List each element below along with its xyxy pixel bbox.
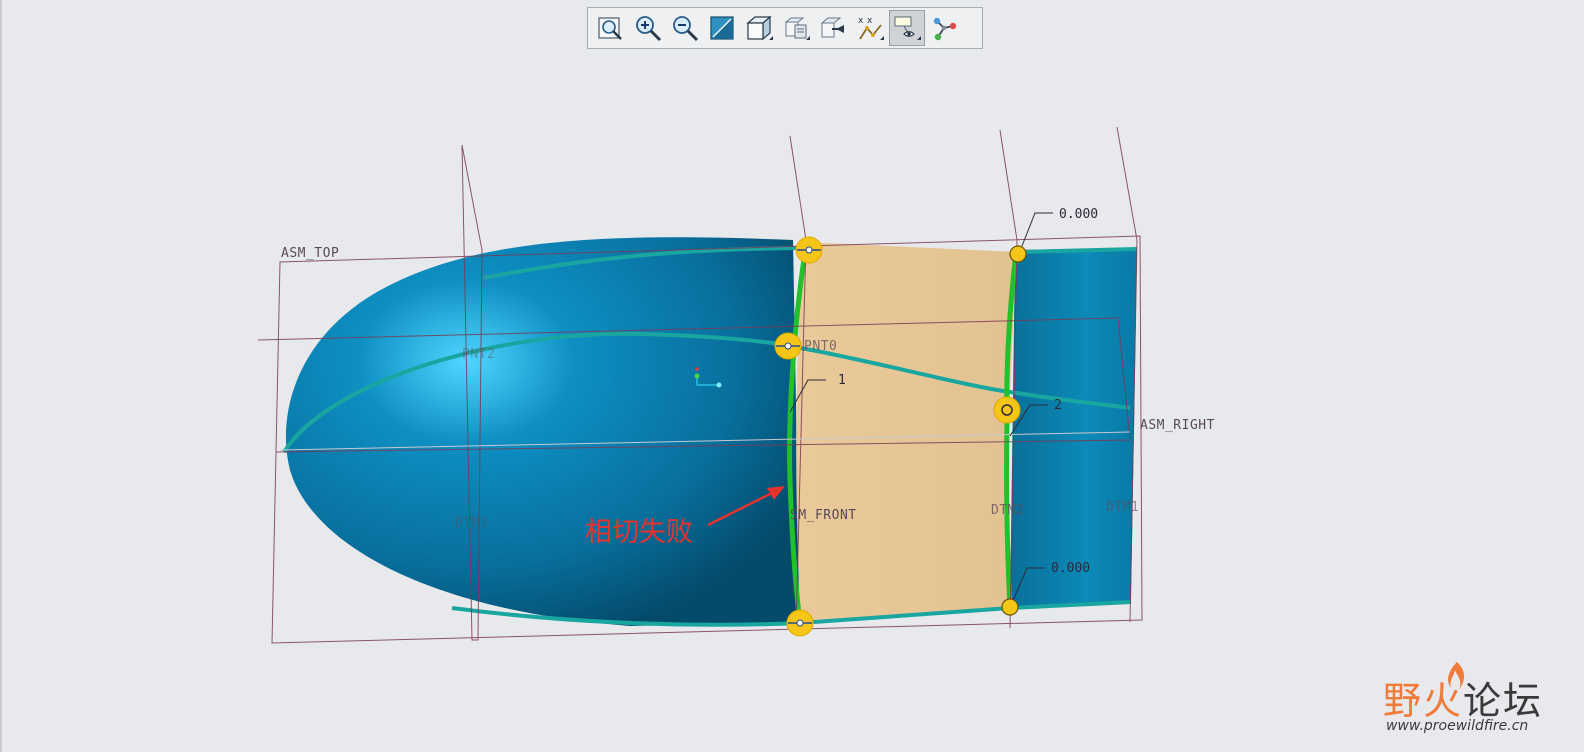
refit-button[interactable] [593,10,629,46]
repaint-button[interactable] [704,10,740,46]
datum-label-asm-right: ASM_RIGHT [1140,418,1215,433]
svg-text:x: x [867,16,873,26]
zoom-out-icon [673,16,699,42]
zoom-in-icon [636,16,662,42]
datum-label-pnt0: PNT0 [804,339,837,354]
cube-shaded-icon [746,15,773,41]
datum-label-dtm-mid: DTM2 [991,503,1024,518]
repaint-icon [710,16,734,40]
view-toolbar: x x [587,7,983,49]
zoom-fit-icon [598,17,622,40]
datum-label-pnt2: PNT2 [462,347,495,362]
saved-orientations-button[interactable] [778,10,814,46]
handle-mid-right[interactable] [993,396,1021,424]
zoom-in-button[interactable] [630,10,666,46]
watermark-brand-part2: 论坛 [1463,679,1544,723]
nose-surface[interactable] [285,237,800,626]
right-surface[interactable] [1010,248,1137,608]
dimension-bottom-value[interactable]: 0.000 [1051,561,1090,576]
dimension-index-1[interactable]: 1 [838,373,846,388]
annotation-display-button[interactable] [889,10,925,46]
datum-label-dtm3: DTM3 [455,516,488,531]
connection-icon [933,17,957,41]
handle-top-left[interactable] [795,236,823,264]
datum-label-asm-top: ASM_TOP [281,246,339,261]
handle-top-right[interactable] [1009,245,1027,263]
datum-display-button[interactable]: x x [852,10,888,46]
boundary-blend-surface[interactable] [796,242,1017,623]
flame-icon [1448,662,1465,690]
datum-label-dtm1: DTM1 [1106,500,1139,515]
datum-label-asm-front: SM_FRONT [790,508,857,523]
tangency-failed-annotation: 相切失败 [585,517,693,548]
datum-display-icon: x x [858,16,884,40]
forum-watermark: 野火论坛 www.proewildfire.cn [1383,660,1573,740]
svg-text:x: x [858,16,864,26]
saved-views-icon [784,17,810,40]
dimension-index-2[interactable]: 2 [1054,398,1062,413]
handle-bottom-right[interactable] [1001,598,1019,616]
annotation-display-icon [894,16,921,40]
handle-mid-left[interactable] [774,332,802,360]
handle-bottom-left[interactable] [786,609,814,637]
zoom-out-button[interactable] [667,10,703,46]
view-manager-icon [820,17,844,38]
display-style-button[interactable] [741,10,777,46]
connection-display-button[interactable] [926,10,962,46]
graphics-viewport[interactable]: ASM_TOP ASM_RIGHT SM_FRONT PNT0 PNT2 DTM… [0,0,1584,752]
view-manager-button[interactable] [815,10,851,46]
watermark-url: www.proewildfire.cn [1386,718,1529,734]
dimension-top-value[interactable]: 0.000 [1059,207,1098,222]
